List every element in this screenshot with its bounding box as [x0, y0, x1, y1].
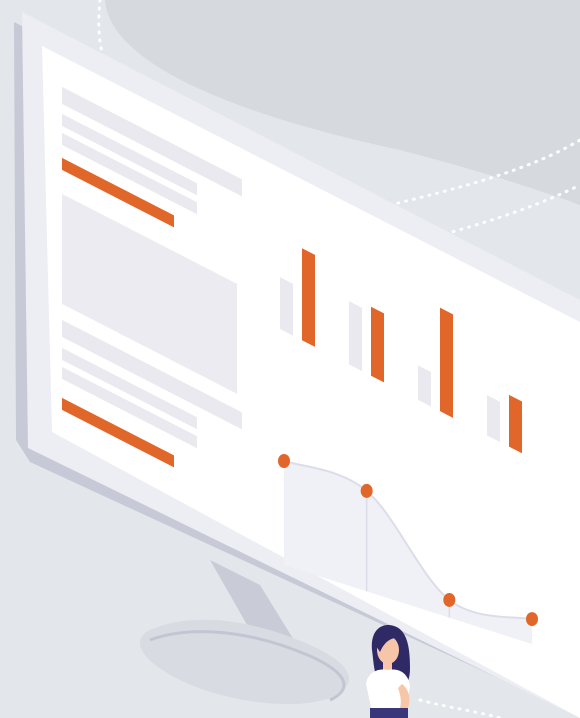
bar-accent — [302, 248, 315, 347]
line-chart-point — [360, 483, 373, 498]
bar-accent — [509, 394, 522, 454]
bar-ghost — [280, 277, 293, 336]
bar-accent — [440, 307, 453, 418]
line-chart-point — [278, 454, 290, 468]
bar-accent — [371, 306, 384, 383]
monitor-illustration — [0, 0, 580, 718]
bar-ghost — [349, 301, 362, 372]
line-chart-point — [526, 612, 538, 627]
bar-ghost — [418, 365, 431, 407]
bar-ghost — [487, 395, 500, 442]
line-chart-point — [443, 592, 456, 607]
person-pants — [370, 708, 408, 718]
